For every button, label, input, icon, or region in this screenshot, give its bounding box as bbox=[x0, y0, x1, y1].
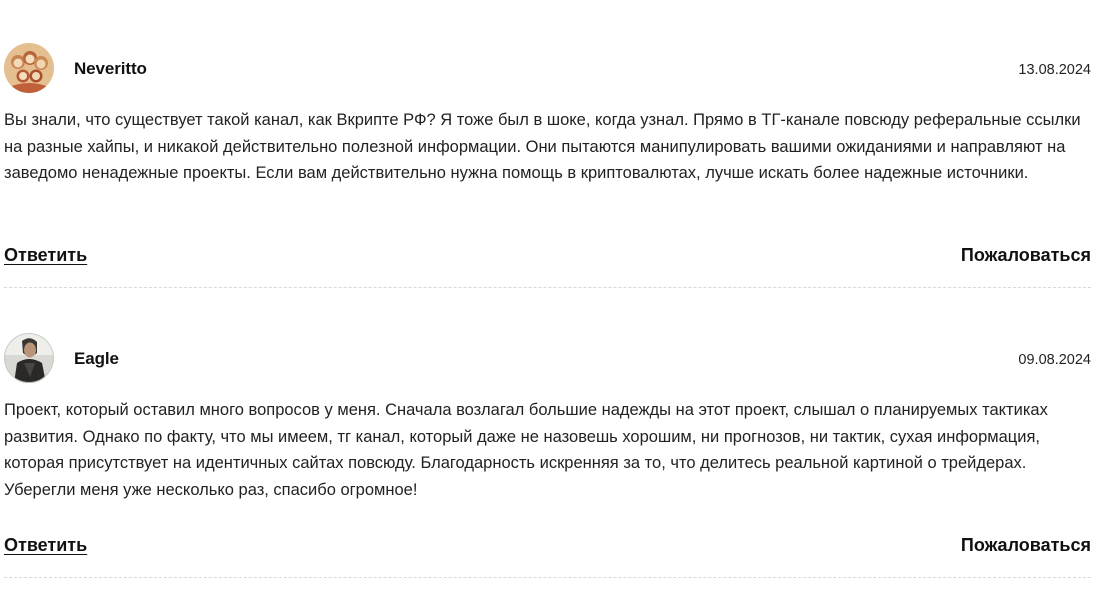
report-link[interactable]: Пожаловаться bbox=[961, 245, 1091, 266]
avatar bbox=[4, 333, 54, 383]
author-name: Eagle bbox=[74, 349, 119, 368]
comment-text: Вы знали, что существует такой канал, ка… bbox=[4, 111, 1081, 182]
author-name: Neveritto bbox=[74, 59, 147, 78]
comment-header: Neveritto 13.08.2024 bbox=[4, 43, 1091, 95]
person-photo-icon bbox=[4, 333, 54, 383]
comments-list: Neveritto 13.08.2024 Вы знали, что сущес… bbox=[0, 0, 1104, 590]
group-portrait-icon bbox=[4, 43, 54, 93]
comment-date: 09.08.2024 bbox=[1018, 352, 1091, 368]
comment-header: Eagle 09.08.2024 bbox=[4, 333, 1091, 385]
comment-text: Проект, который оставил много вопросов у… bbox=[4, 401, 1048, 499]
comment-item: Eagle 09.08.2024 Проект, который оставил… bbox=[4, 333, 1091, 578]
comment-divider bbox=[4, 577, 1091, 578]
reply-link[interactable]: Ответить bbox=[4, 245, 87, 266]
reply-link[interactable]: Ответить bbox=[4, 535, 87, 556]
comment-item: Neveritto 13.08.2024 Вы знали, что сущес… bbox=[4, 43, 1091, 288]
comment-actions: Ответить Пожаловаться bbox=[4, 535, 1091, 561]
comment-actions: Ответить Пожаловаться bbox=[4, 245, 1091, 271]
avatar bbox=[4, 43, 54, 93]
comment-date: 13.08.2024 bbox=[1018, 62, 1091, 78]
comment-divider bbox=[4, 287, 1091, 288]
report-link[interactable]: Пожаловаться bbox=[961, 535, 1091, 556]
